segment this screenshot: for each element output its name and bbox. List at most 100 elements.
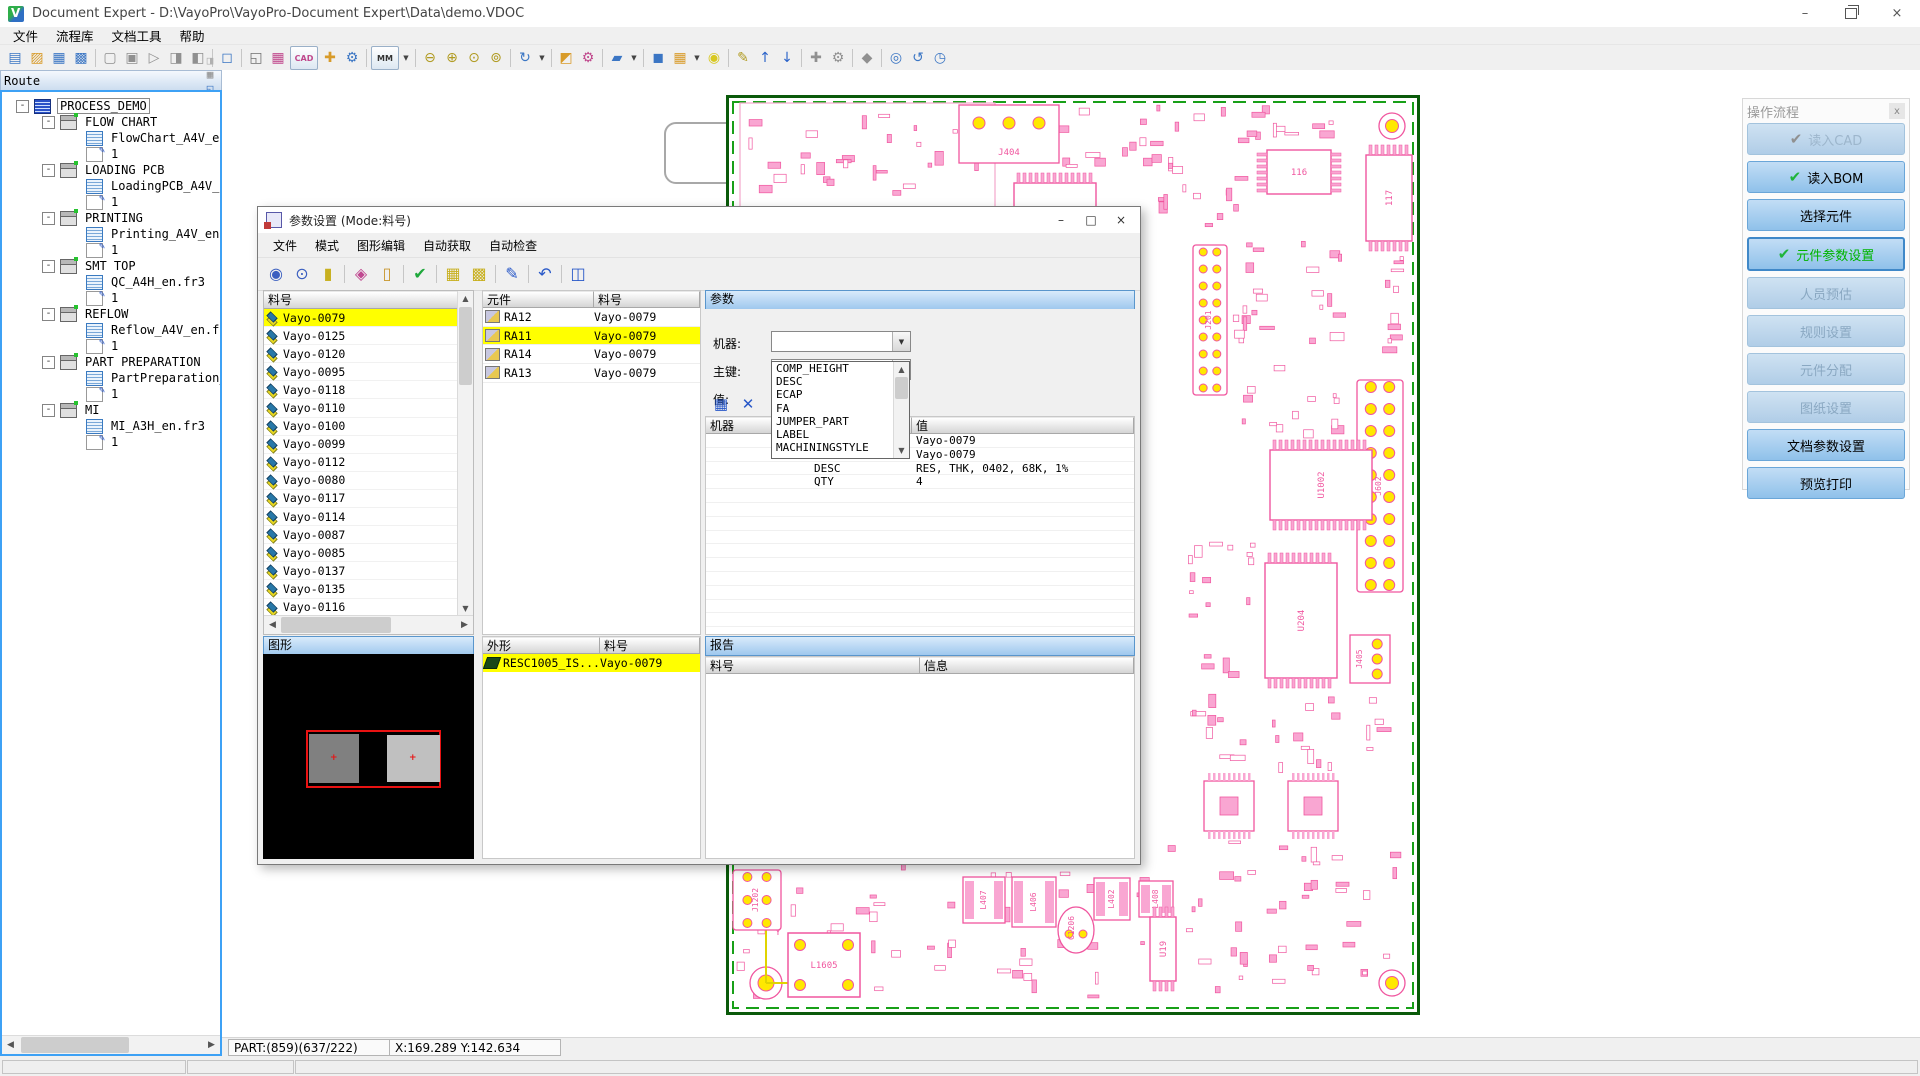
dialog-toolbar-component-body-icon[interactable]: ▮ [316, 262, 340, 286]
part-list-hscrollbar[interactable]: ◀ ▶ [264, 615, 473, 634]
toolbar-board-icon[interactable]: ◩ [556, 48, 576, 68]
dialog-toolbar-apply-check-icon[interactable]: ✔ [408, 262, 432, 286]
dropdown-option[interactable]: MACHININGSTYLE [772, 441, 894, 454]
tree-item[interactable]: 1 [2, 193, 220, 210]
dialog-maximize-button[interactable]: □ [1076, 209, 1106, 230]
toolbar-cad-import-icon[interactable]: ▦ [268, 48, 288, 68]
restore-button[interactable] [1828, 0, 1874, 27]
tree-item[interactable]: 1 [2, 241, 220, 258]
toolbar-table-view-dropdown-icon[interactable]: ▼ [692, 54, 702, 62]
part-list-item[interactable]: Vayo-0116 [264, 599, 458, 616]
toolbar-copy-icon[interactable]: ▣ [122, 48, 142, 68]
tree-item[interactable]: - PRINTING [2, 208, 220, 226]
tree-item[interactable]: - SMT TOP [2, 256, 220, 274]
tree-item[interactable]: - LOADING PCB [2, 160, 220, 178]
scroll-right-icon[interactable]: ▶ [203, 1036, 220, 1054]
dialog-titlebar[interactable]: 参数设置 (Mode:料号) – □ × [258, 207, 1140, 233]
toolbar-new-icon[interactable]: ▤ [5, 48, 25, 68]
toolbar-units-dropdown-icon[interactable]: ▼ [401, 54, 411, 62]
toolbar-draw-pen-icon[interactable]: ✎ [733, 48, 753, 68]
report-info-header[interactable]: 信息 [920, 657, 1134, 674]
menu-文件[interactable]: 文件 [4, 26, 47, 45]
shape-column-header[interactable]: 外形 [483, 637, 600, 654]
part-list-item[interactable]: Vayo-0100 [264, 418, 458, 436]
footprint-preview[interactable]: + + [263, 654, 474, 859]
param-grid-row[interactable] [706, 517, 1134, 531]
dialog-toolbar-save-icon[interactable]: ▦ [441, 262, 465, 286]
dropdown-option[interactable]: ECAP [772, 388, 894, 401]
dialog-menu-自动检查[interactable]: 自动检查 [480, 237, 546, 254]
param-grid-row[interactable]: DESC RES, THK, 0402, 68K, 1% [706, 462, 1134, 476]
flow-button-元件参数设置[interactable]: ✔ 元件参数设置 [1747, 237, 1905, 271]
dialog-toolbar-find-part-icon[interactable]: ◉ [264, 262, 288, 286]
component-row[interactable]: RA12 Vayo-0079 [483, 308, 700, 327]
flow-panel-close-button[interactable]: x [1889, 103, 1905, 119]
flow-button-选择元件[interactable]: 选择元件 [1747, 199, 1905, 231]
tree-item[interactable]: Reflow_A4V_en.fr [2, 322, 220, 338]
dropdown-option[interactable]: LABEL [772, 428, 894, 441]
scroll-thumb[interactable] [895, 377, 908, 399]
param-grid-row[interactable] [706, 613, 1134, 628]
flow-button-文档参数设置[interactable]: 文档参数设置 [1747, 429, 1905, 461]
tree-item[interactable]: LoadingPCB_A4V_e [2, 178, 220, 194]
toolbar-history-icon[interactable]: ◷ [930, 48, 950, 68]
tree-expander-icon[interactable]: - [42, 115, 55, 129]
component-row[interactable]: RA14 Vayo-0079 [483, 345, 700, 365]
scroll-down-icon[interactable]: ▼ [458, 601, 473, 616]
dropdown-scrollbar[interactable]: ▲ ▼ [893, 362, 909, 458]
toolbar-edit-icon[interactable]: ▢ [100, 48, 120, 68]
tree-item[interactable]: QC_A4H_en.fr3 [2, 274, 220, 290]
part-column-header[interactable]: 料号 [600, 637, 700, 654]
tree-item[interactable]: - PART PREPARATION [2, 352, 220, 370]
toolbar-brush-dropdown-icon[interactable]: ▼ [629, 54, 639, 62]
toolbar-open-icon[interactable]: ▨ [27, 48, 47, 68]
report-part-header[interactable]: 料号 [706, 657, 920, 674]
toolbar-cad-view-icon[interactable]: CAD [290, 46, 318, 70]
flow-button-规则设置[interactable]: 规则设置 [1747, 315, 1905, 347]
toolbar-move-up-icon[interactable]: ↑ [755, 48, 775, 68]
toolbar-align-icon[interactable]: ✚ [320, 48, 340, 68]
tree-expander-icon[interactable]: - [16, 99, 29, 113]
toolbar-zoom-fit-icon[interactable]: ⊚ [486, 48, 506, 68]
toolbar-table-view-icon[interactable]: ▦ [670, 48, 690, 68]
tree-item[interactable]: - PROCESS_DEMO [2, 98, 220, 114]
scroll-down-icon[interactable]: ▼ [894, 443, 909, 458]
toolbar-zoom-out-icon[interactable]: ⊖ [420, 48, 440, 68]
tree-item[interactable]: 1 [2, 337, 220, 354]
toolbar-send-icon[interactable]: ▷ [144, 48, 164, 68]
component-row[interactable]: RA11 Vayo-0079 [483, 326, 700, 346]
part-list-item[interactable]: Vayo-0117 [264, 490, 458, 509]
part-list-item[interactable]: Vayo-0095 [264, 363, 458, 382]
part-list-item[interactable]: Vayo-0080 [264, 472, 458, 490]
scroll-thumb[interactable] [281, 617, 391, 633]
toolbar-brush-icon[interactable]: ▰ [607, 48, 627, 68]
scroll-right-icon[interactable]: ▶ [456, 616, 473, 634]
toolbar-properties-icon[interactable]: ◨ [166, 48, 186, 68]
scroll-thumb[interactable] [21, 1037, 129, 1053]
param-grid-row[interactable] [706, 600, 1134, 614]
grid-value-header[interactable]: 值 [912, 417, 1134, 434]
tree-expander-icon[interactable]: - [42, 355, 55, 369]
scroll-up-icon[interactable]: ▲ [458, 291, 473, 306]
dropdown-option[interactable]: COMP_HEIGHT [772, 362, 894, 375]
toolbar-bulb-icon[interactable]: ◉ [704, 48, 724, 68]
dialog-toolbar-save-db-icon[interactable]: ▩ [467, 262, 491, 286]
chevron-down-icon[interactable]: ▼ [892, 332, 910, 351]
tree-item[interactable]: 1 [2, 289, 220, 306]
param-grid-row[interactable] [706, 558, 1134, 572]
part-list-item[interactable]: Vayo-0118 [264, 381, 458, 400]
scroll-thumb[interactable] [459, 307, 472, 385]
scroll-left-icon[interactable]: ◀ [2, 1036, 19, 1054]
flow-button-读入BOM[interactable]: ✔ 读入BOM [1747, 161, 1905, 193]
tree-expander-icon[interactable]: - [42, 307, 55, 321]
part-list-item[interactable]: Vayo-0110 [264, 399, 458, 418]
part-list-item[interactable]: Vayo-0114 [264, 508, 458, 527]
tree-item[interactable]: - REFLOW [2, 304, 220, 322]
toolbar-pcb-view-icon[interactable]: ◼ [648, 48, 668, 68]
toolbar-zoom-window-icon[interactable]: ⊙ [464, 48, 484, 68]
part-list-item[interactable]: Vayo-0137 [264, 562, 458, 581]
scroll-up-icon[interactable]: ▲ [894, 362, 909, 377]
param-grid-row[interactable]: QTY 4 [706, 475, 1134, 490]
menu-帮助[interactable]: 帮助 [171, 26, 214, 45]
tree-item[interactable]: - MI [2, 400, 220, 418]
